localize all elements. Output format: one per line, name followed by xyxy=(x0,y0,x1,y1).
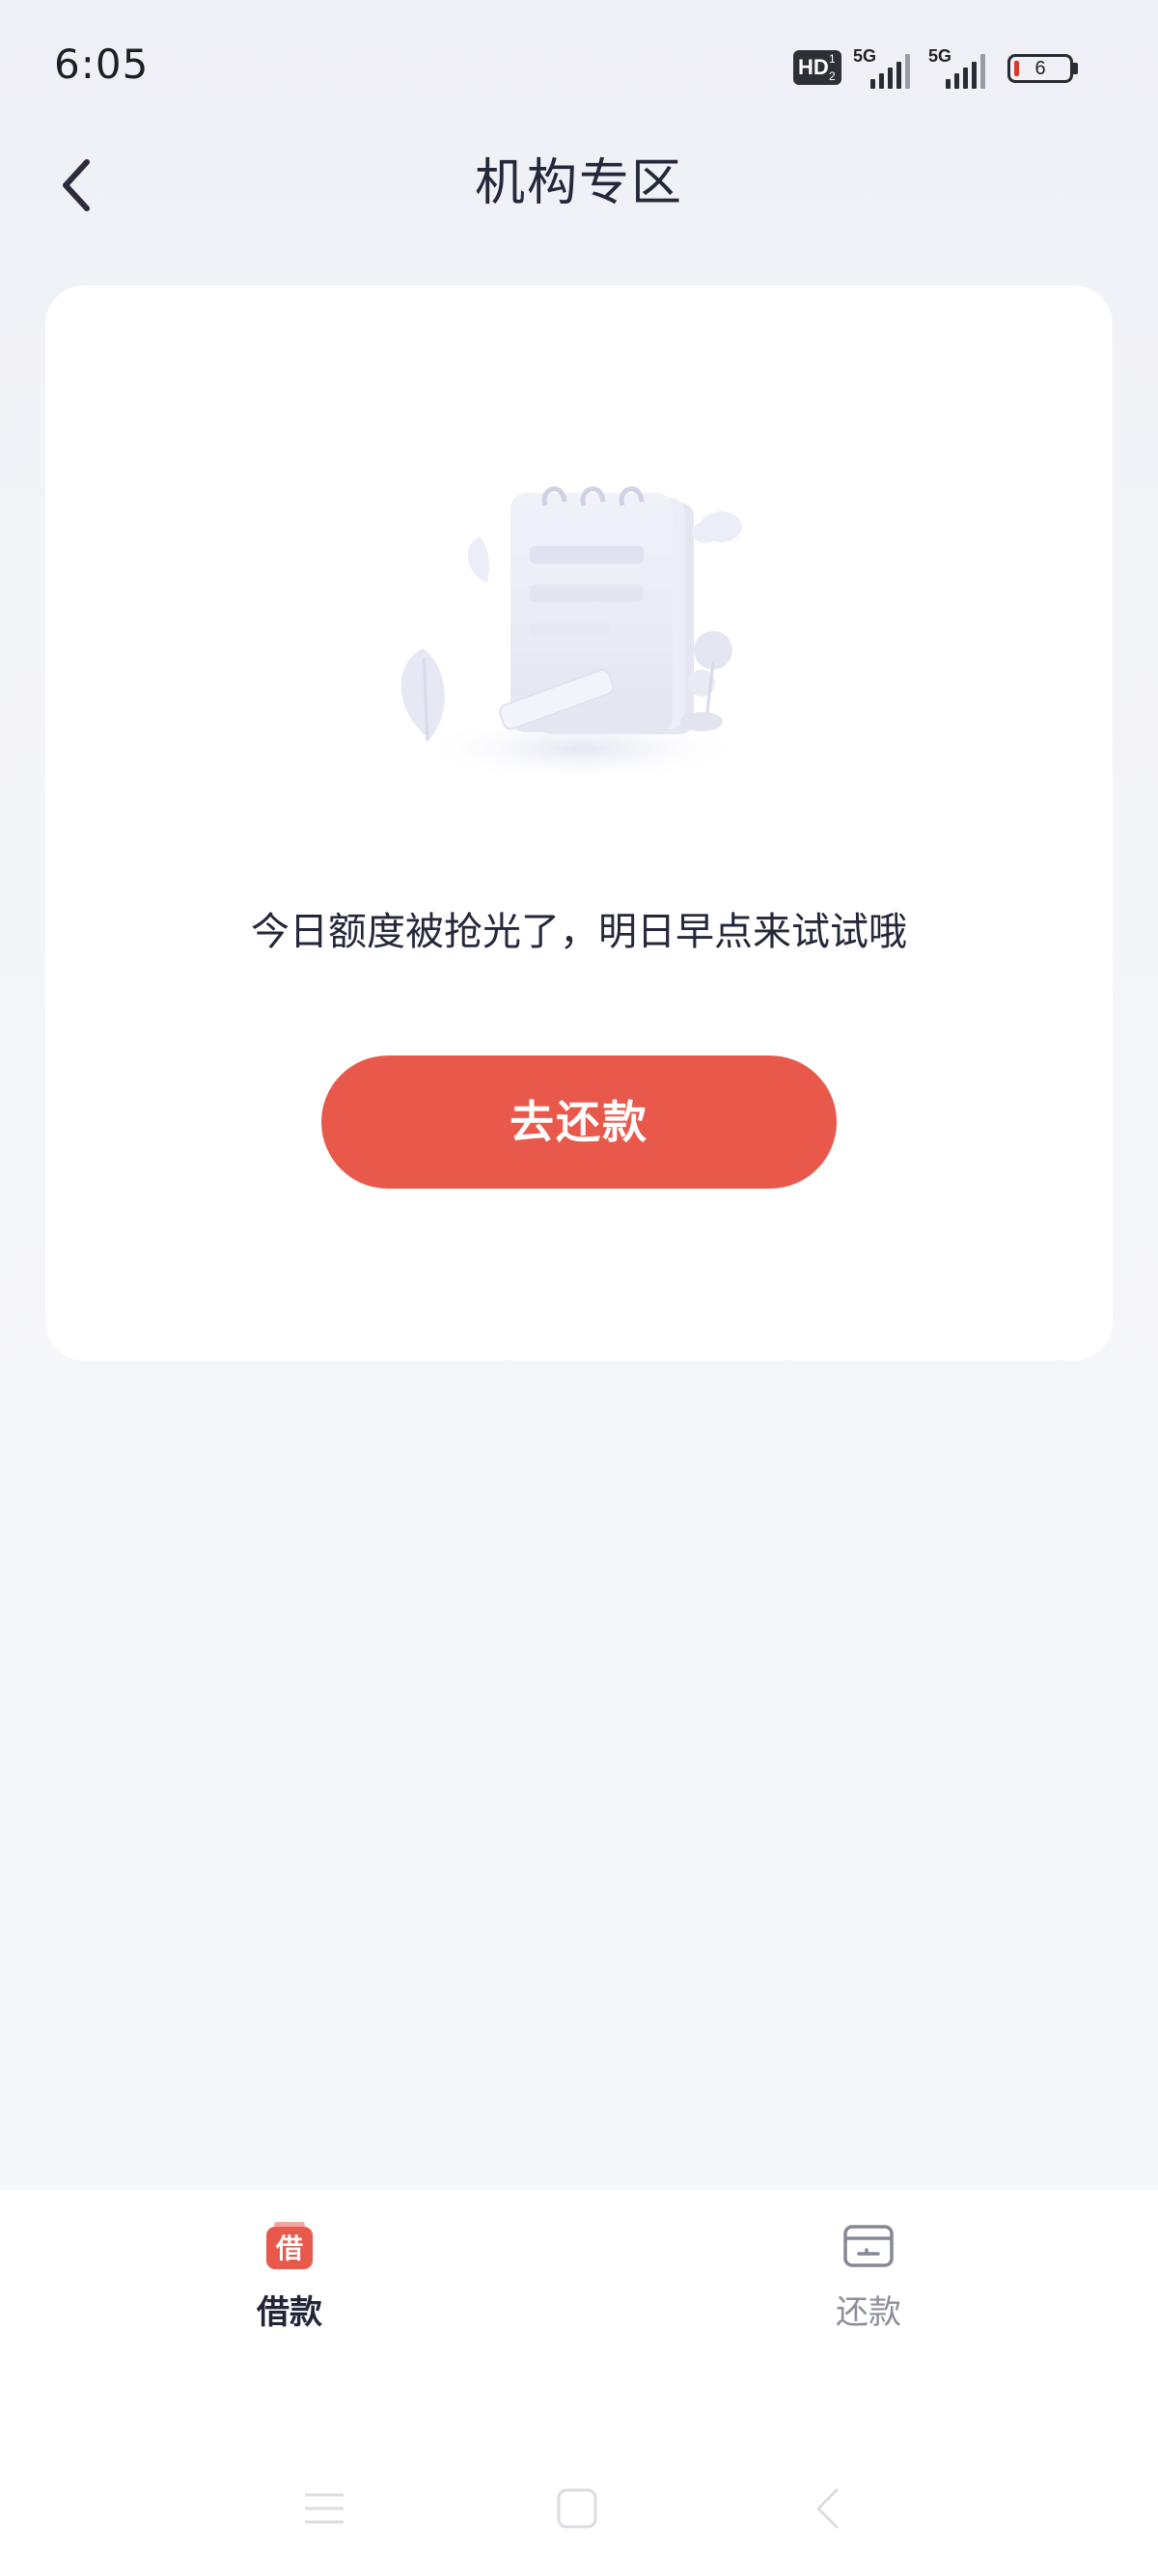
back-icon[interactable] xyxy=(807,2485,853,2532)
wallet-icon xyxy=(843,2225,894,2267)
hd-sub: 1 2 xyxy=(829,52,836,83)
signal-icon-2: 5G xyxy=(928,46,996,89)
empty-state-card: 今日额度被抢光了，明日早点来试试哦 去还款 xyxy=(45,286,1113,1360)
empty-message: 今日额度被抢光了，明日早点来试试哦 xyxy=(251,910,907,954)
menu-icon[interactable] xyxy=(301,2485,347,2532)
network-type-1: 5G xyxy=(853,46,877,66)
status-bar: 6:05 HD 1 2 5G 5G 6 xyxy=(0,0,1158,135)
battery-tip xyxy=(1073,63,1078,74)
signal-icon-1: 5G xyxy=(853,46,921,89)
home-icon[interactable] xyxy=(554,2485,600,2532)
status-time: 6:05 xyxy=(54,41,150,88)
tab-repay[interactable]: 还款 xyxy=(772,2211,965,2356)
hd-voice-icon: HD 1 2 xyxy=(793,50,841,85)
page-title: 机构专区 xyxy=(474,154,683,212)
tab-borrow-label: 借款 xyxy=(257,2293,322,2332)
tab-repay-label: 还款 xyxy=(836,2293,901,2332)
battery-icon: 6 xyxy=(1007,54,1073,83)
status-icons: HD 1 2 5G 5G 6 xyxy=(793,46,1083,93)
battery-level: 6 xyxy=(1034,58,1046,79)
hd-label: HD xyxy=(798,55,829,79)
borrow-icon-text: 借 xyxy=(275,2233,303,2264)
header: 机构专区 xyxy=(0,135,1158,251)
system-nav-bar xyxy=(0,2470,1158,2547)
network-type-2: 5G xyxy=(928,46,952,66)
go-repay-button[interactable]: 去还款 xyxy=(321,1055,837,1189)
go-repay-label: 去还款 xyxy=(510,1097,648,1147)
borrow-icon: 借 xyxy=(266,2222,313,2269)
tab-borrow[interactable]: 借 借款 xyxy=(193,2211,386,2356)
notebook-illustration xyxy=(400,486,745,783)
